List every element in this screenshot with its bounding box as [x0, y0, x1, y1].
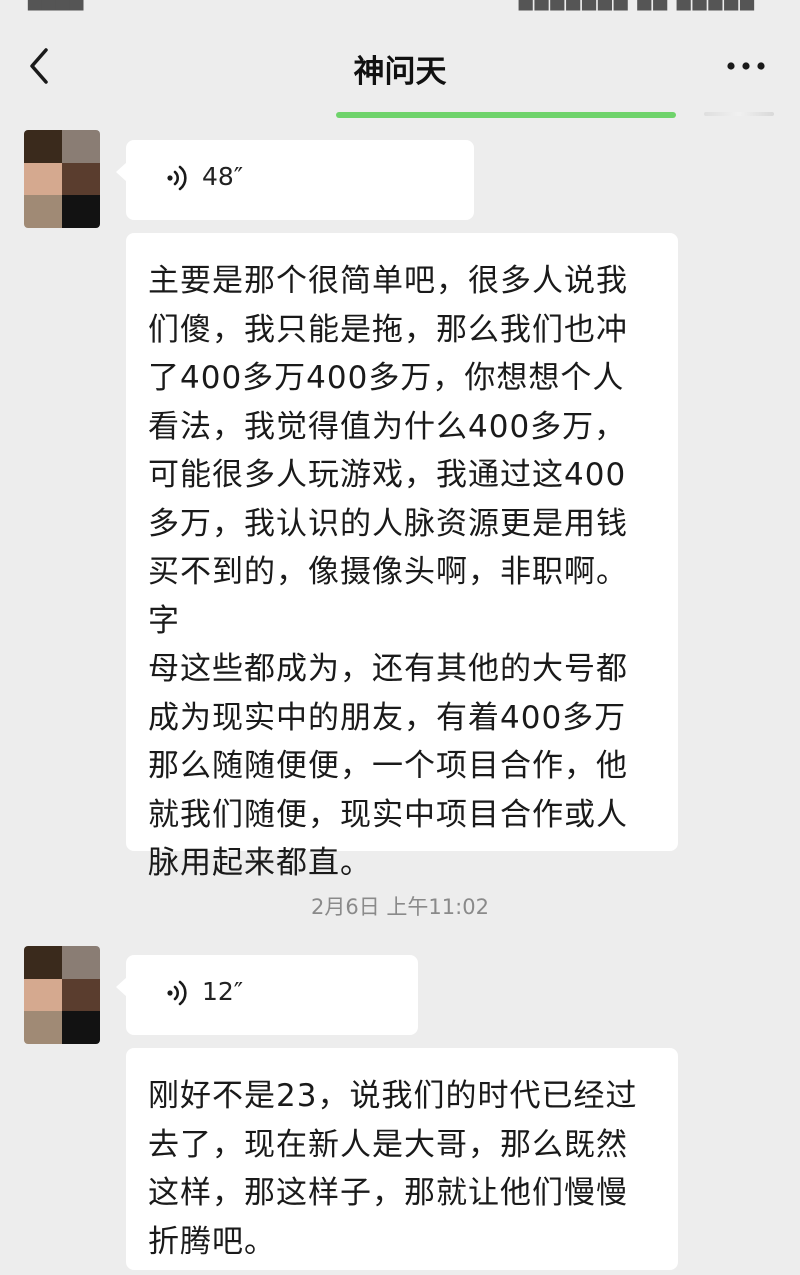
bubble-tail — [116, 977, 127, 997]
avatar[interactable] — [24, 946, 100, 1044]
status-icons: ▆▆▆▆▆▆▆ ▆▆ ▆▆▆▆▆ — [518, 0, 756, 11]
bubble-tail — [116, 162, 127, 182]
voice-duration: 12″ — [202, 977, 244, 1006]
avatar[interactable] — [24, 130, 100, 228]
text-message-bubble[interactable]: 主要是那个很简单吧，很多人说我 们傻，我只能是拖，那么我们也冲 了400多万40… — [126, 233, 678, 881]
voice-message-bubble[interactable]: 12″ — [116, 955, 418, 1035]
chat-title: 神问天 — [353, 54, 447, 90]
message-timestamp: 2月6日 上午11:02 — [311, 895, 489, 919]
more-button[interactable] — [724, 52, 770, 80]
status-bar: ▆▆▆▆ ▆▆▆▆▆▆▆ ▆▆ ▆▆▆▆▆ — [0, 0, 800, 14]
voice-wave-icon — [167, 980, 187, 1006]
more-horizontal-icon — [727, 62, 765, 70]
chat-header: 神问天 — [0, 20, 800, 112]
message-text: 主要是那个很简单吧，很多人说我 们傻，我只能是拖，那么我们也冲 了400多万40… — [148, 263, 628, 881]
voice-message-bubble[interactable]: 48″ — [116, 140, 474, 220]
status-time: ▆▆▆▆ — [28, 0, 84, 11]
text-message-bubble[interactable]: 刚好不是23，说我们的时代已经过 去了，现在新人是大哥，那么既然 这样，那这样子… — [126, 1048, 678, 1270]
voice-duration: 48″ — [202, 162, 244, 191]
loading-indicator — [336, 112, 676, 118]
divider-scratch — [704, 112, 774, 116]
voice-wave-icon — [167, 165, 187, 191]
message-text: 刚好不是23，说我们的时代已经过 去了，现在新人是大哥，那么既然 这样，那这样子… — [148, 1078, 638, 1260]
